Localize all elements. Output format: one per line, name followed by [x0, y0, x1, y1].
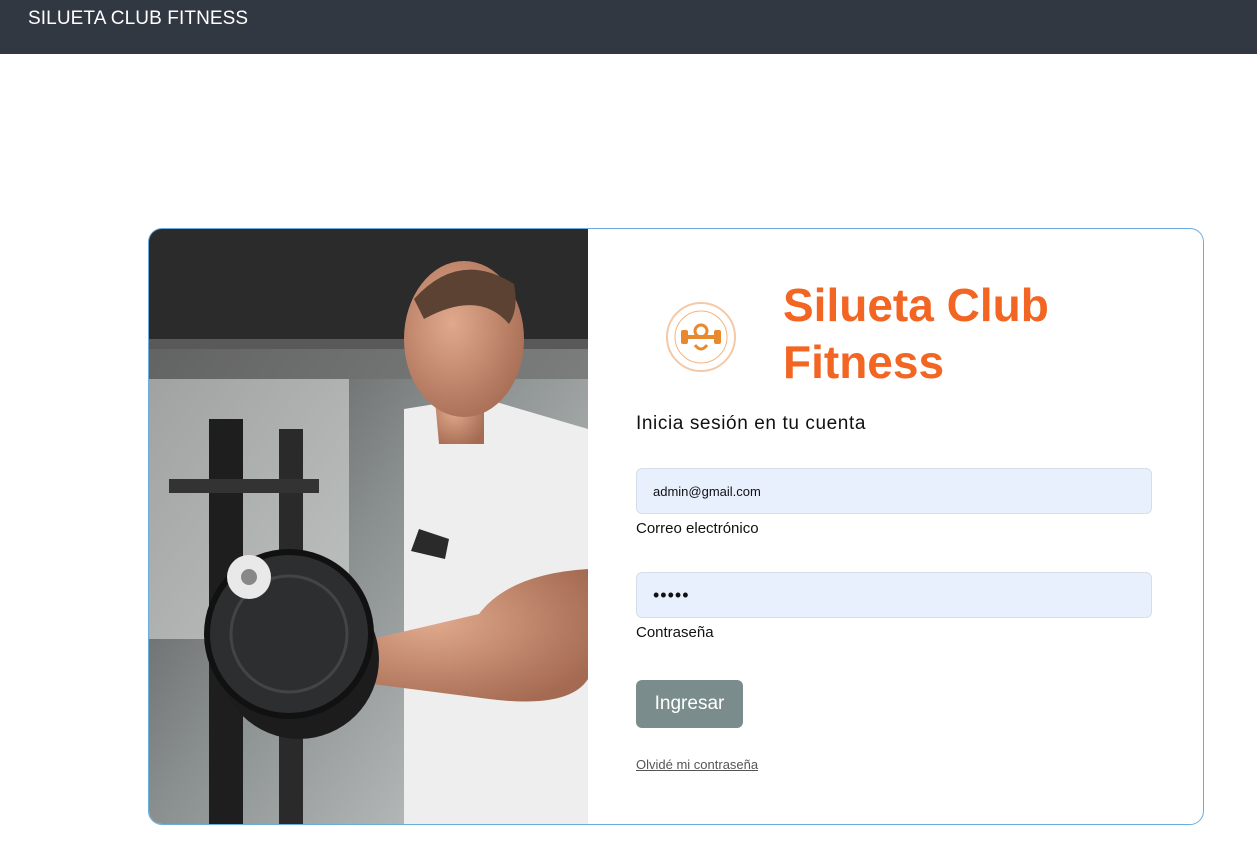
top-navbar: SILUETA CLUB FITNESS — [0, 0, 1257, 54]
login-button[interactable]: Ingresar — [636, 680, 743, 728]
gym-photo — [149, 229, 588, 824]
navbar-brand[interactable]: SILUETA CLUB FITNESS — [28, 8, 248, 30]
club-title: Silueta Club Fitness — [783, 279, 1049, 388]
email-label: Correo electrónico — [636, 520, 759, 537]
club-logo — [665, 301, 737, 373]
forgot-password-link[interactable]: Olvidé mi contraseña — [636, 757, 758, 772]
login-subtitle: Inicia sesión en tu cuenta — [636, 413, 867, 434]
login-card: Silueta Club Fitness Inicia sesión en tu… — [148, 228, 1204, 825]
password-label: Contraseña — [636, 624, 714, 641]
email-input[interactable] — [636, 468, 1152, 514]
password-input[interactable] — [636, 572, 1152, 618]
